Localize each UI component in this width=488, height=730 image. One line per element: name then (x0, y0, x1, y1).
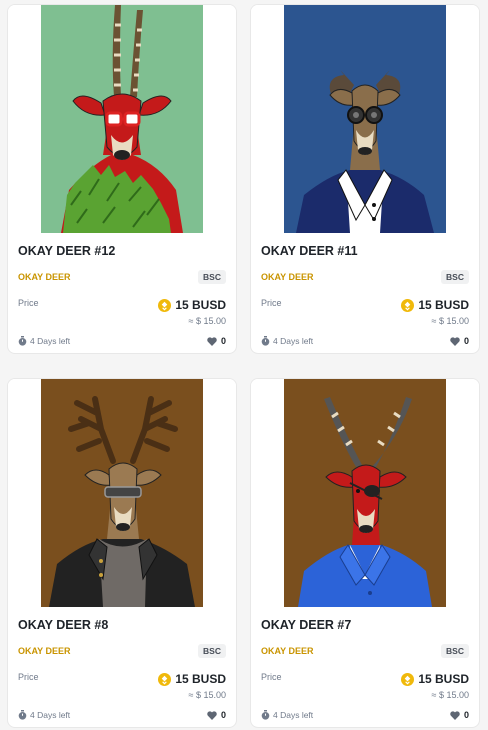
time-left: 4 Days left (273, 710, 314, 720)
time-left: 4 Days left (30, 710, 71, 720)
nft-grid: OKAY DEER #12 OKAY DEER BSC Price 15 BUS… (0, 0, 488, 730)
nft-card[interactable]: OKAY DEER #12 OKAY DEER BSC Price 15 BUS… (7, 4, 237, 354)
usd-equivalent: ≈ $ 15.00 (431, 316, 469, 326)
nft-image-frame (8, 379, 236, 607)
price-label: Price (18, 298, 39, 308)
chain-badge: BSC (198, 644, 226, 658)
nft-artwork-image (284, 5, 446, 233)
heart-icon (450, 710, 460, 720)
nft-image-frame (251, 5, 479, 233)
stopwatch-icon (261, 710, 270, 720)
like-count: 0 (220, 336, 226, 346)
nft-artwork-image (41, 379, 203, 607)
price-label: Price (18, 672, 39, 682)
collection-link[interactable]: OKAY DEER (18, 272, 71, 282)
heart-icon (207, 710, 217, 720)
price-value: 15 BUSD (175, 298, 226, 312)
price-value: 15 BUSD (418, 672, 469, 686)
stopwatch-icon (18, 336, 27, 346)
price-value: 15 BUSD (418, 298, 469, 312)
collection-link[interactable]: OKAY DEER (261, 646, 314, 656)
like-button[interactable]: 0 (207, 336, 226, 346)
nft-artwork-image (41, 5, 203, 233)
time-left: 4 Days left (30, 336, 71, 346)
nft-image-frame (251, 379, 479, 607)
collection-link[interactable]: OKAY DEER (18, 646, 71, 656)
price-label: Price (261, 298, 282, 308)
busd-coin-icon (401, 298, 415, 312)
heart-icon (207, 336, 217, 346)
nft-card[interactable]: OKAY DEER #7 OKAY DEER BSC Price 15 BUSD… (250, 378, 480, 728)
stopwatch-icon (261, 336, 270, 346)
chain-badge: BSC (441, 644, 469, 658)
like-count: 0 (463, 336, 469, 346)
usd-equivalent: ≈ $ 15.00 (188, 316, 226, 326)
usd-equivalent: ≈ $ 15.00 (188, 690, 226, 700)
nft-card[interactable]: OKAY DEER #11 OKAY DEER BSC Price 15 BUS… (250, 4, 480, 354)
busd-coin-icon (158, 672, 172, 686)
nft-card[interactable]: OKAY DEER #8 OKAY DEER BSC Price 15 BUSD… (7, 378, 237, 728)
nft-title[interactable]: OKAY DEER #7 (261, 618, 469, 632)
price-label: Price (261, 672, 282, 682)
stopwatch-icon (18, 710, 27, 720)
nft-title[interactable]: OKAY DEER #8 (18, 618, 226, 632)
nft-image-frame (8, 5, 236, 233)
like-count: 0 (463, 710, 469, 720)
chain-badge: BSC (198, 270, 226, 284)
time-left: 4 Days left (273, 336, 314, 346)
collection-link[interactable]: OKAY DEER (261, 272, 314, 282)
like-count: 0 (220, 710, 226, 720)
busd-coin-icon (158, 298, 172, 312)
heart-icon (450, 336, 460, 346)
usd-equivalent: ≈ $ 15.00 (431, 690, 469, 700)
nft-artwork-image (284, 379, 446, 607)
like-button[interactable]: 0 (207, 710, 226, 720)
nft-title[interactable]: OKAY DEER #11 (261, 244, 469, 258)
chain-badge: BSC (441, 270, 469, 284)
busd-coin-icon (401, 672, 415, 686)
like-button[interactable]: 0 (450, 710, 469, 720)
like-button[interactable]: 0 (450, 336, 469, 346)
price-value: 15 BUSD (175, 672, 226, 686)
nft-title[interactable]: OKAY DEER #12 (18, 244, 226, 258)
